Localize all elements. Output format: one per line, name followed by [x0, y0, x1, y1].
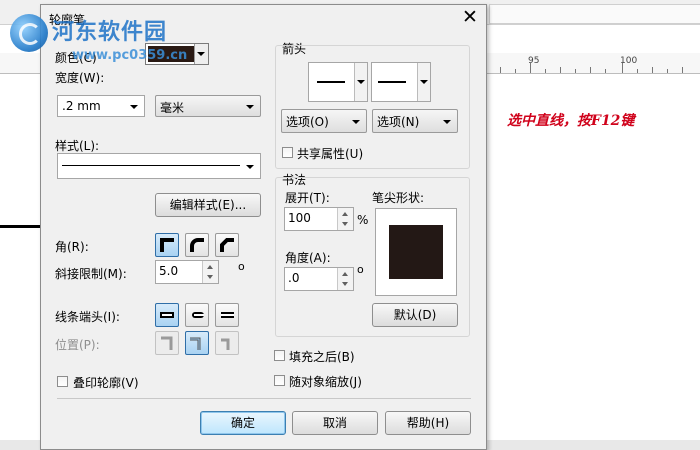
start-arrow-select[interactable]: [308, 62, 368, 102]
nib-shape-label: 笔尖形状:: [372, 191, 425, 205]
position-inside-button[interactable]: [215, 331, 239, 355]
ruler-label: 100: [620, 56, 638, 66]
cap-square-button[interactable]: [155, 303, 179, 327]
corner-round-button[interactable]: [185, 233, 209, 257]
position-center-button[interactable]: [185, 331, 209, 355]
unit-select[interactable]: 毫米: [155, 95, 261, 117]
options-left-label: 选项(O): [286, 115, 329, 129]
selected-line-shape[interactable]: [0, 225, 42, 228]
miter-limit-spinner[interactable]: 5.0: [155, 260, 219, 284]
chevron-down-icon: [246, 165, 254, 169]
start-arrow-dropdown[interactable]: [354, 63, 367, 101]
miter-limit-value: 5.0: [159, 264, 179, 278]
round-cap-icon: [192, 312, 204, 318]
cap-round-button[interactable]: [185, 303, 209, 327]
overprint-checkbox[interactable]: [57, 376, 68, 387]
butt-cap-icon: [221, 312, 234, 318]
miter-corner-icon: [160, 238, 174, 252]
cap-butt-button[interactable]: [215, 303, 239, 327]
position-label: 位置(P):: [55, 338, 100, 352]
center-position-icon: [190, 337, 201, 350]
arrow-options-right-button[interactable]: 选项(N): [372, 109, 458, 133]
chevron-down-icon: [246, 105, 254, 109]
chevron-down-icon: [443, 120, 451, 124]
round-corner-icon: [190, 238, 204, 252]
watermark-url: www.pc0359.cn: [72, 48, 188, 63]
arrow-line-preview: [317, 81, 345, 83]
corner-miter-button[interactable]: [155, 233, 179, 257]
bevel-corner-icon: [220, 238, 234, 252]
behind-fill-label: 填充之后(B): [289, 350, 355, 364]
options-right-label: 选项(N): [377, 115, 420, 129]
document-tab-strip: [489, 4, 700, 24]
share-attributes-checkbox[interactable]: [282, 147, 293, 158]
chevron-down-icon: [352, 120, 360, 124]
width-value: .2 mm: [62, 99, 101, 113]
spinner-buttons[interactable]: [202, 261, 218, 283]
watermark-logo-icon: [10, 14, 48, 52]
arrow-line-preview: [378, 81, 406, 83]
ruler-label: 95: [528, 56, 540, 66]
outside-position-icon: [161, 336, 173, 350]
line-style-preview: [62, 165, 240, 166]
end-arrow-select[interactable]: [371, 62, 431, 102]
line-caps-label: 线条端头(I):: [55, 310, 120, 324]
overprint-label: 叠印轮廓(V): [73, 376, 139, 390]
inside-position-icon: [221, 338, 230, 350]
width-select[interactable]: .2 mm: [57, 95, 145, 117]
square-cap-icon: [160, 312, 174, 318]
arrow-options-left-button[interactable]: 选项(O): [281, 109, 367, 133]
cancel-button[interactable]: 取消: [292, 411, 378, 435]
help-button[interactable]: 帮助(H): [385, 411, 471, 435]
degree-unit: o: [357, 263, 364, 276]
corner-bevel-button[interactable]: [215, 233, 239, 257]
default-button[interactable]: 默认(D): [372, 303, 458, 327]
button-separator: [57, 398, 471, 399]
watermark-title: 河东软件园: [52, 20, 168, 45]
close-icon[interactable]: ✕: [458, 6, 482, 28]
end-arrow-dropdown[interactable]: [417, 63, 430, 101]
angle-spinner[interactable]: .0: [284, 267, 354, 291]
nib-shape-square: [389, 225, 443, 279]
width-label: 宽度(W):: [55, 71, 105, 85]
edit-style-button[interactable]: 编辑样式(E)...: [155, 193, 261, 217]
stretch-label: 展开(T):: [285, 191, 330, 205]
ok-button[interactable]: 确定: [200, 411, 286, 435]
color-dropdown-arrow[interactable]: [194, 44, 208, 64]
behind-fill-checkbox[interactable]: [274, 350, 285, 361]
corners-label: 角(R):: [55, 240, 89, 254]
spinner-buttons[interactable]: [337, 268, 353, 290]
scale-with-object-label: 随对象缩放(J): [289, 375, 362, 389]
stretch-spinner[interactable]: 100: [284, 207, 354, 231]
scale-with-object-checkbox[interactable]: [274, 375, 285, 386]
position-outside-button[interactable]: [155, 331, 179, 355]
instruction-annotation: 选中直线，按F12键: [507, 113, 635, 129]
share-attributes-label: 共享属性(U): [297, 147, 364, 161]
miter-limit-label: 斜接限制(M):: [55, 267, 127, 281]
chevron-down-icon: [130, 105, 138, 109]
angle-label: 角度(A):: [285, 251, 331, 265]
nib-shape-preview[interactable]: [375, 208, 457, 296]
spinner-buttons[interactable]: [337, 208, 353, 230]
stretch-value: 100: [288, 211, 311, 225]
style-label: 样式(L):: [55, 139, 100, 153]
degree-unit: o: [238, 260, 245, 273]
unit-value: 毫米: [160, 101, 185, 115]
line-style-select[interactable]: [57, 153, 261, 179]
percent-unit: %: [357, 213, 369, 227]
angle-value: .0: [288, 271, 300, 285]
outline-pen-dialog: 轮廓笔 ✕ 颜色(C) 宽度(W): .2 mm 毫米 样式(L): 编辑样式(…: [40, 4, 487, 450]
